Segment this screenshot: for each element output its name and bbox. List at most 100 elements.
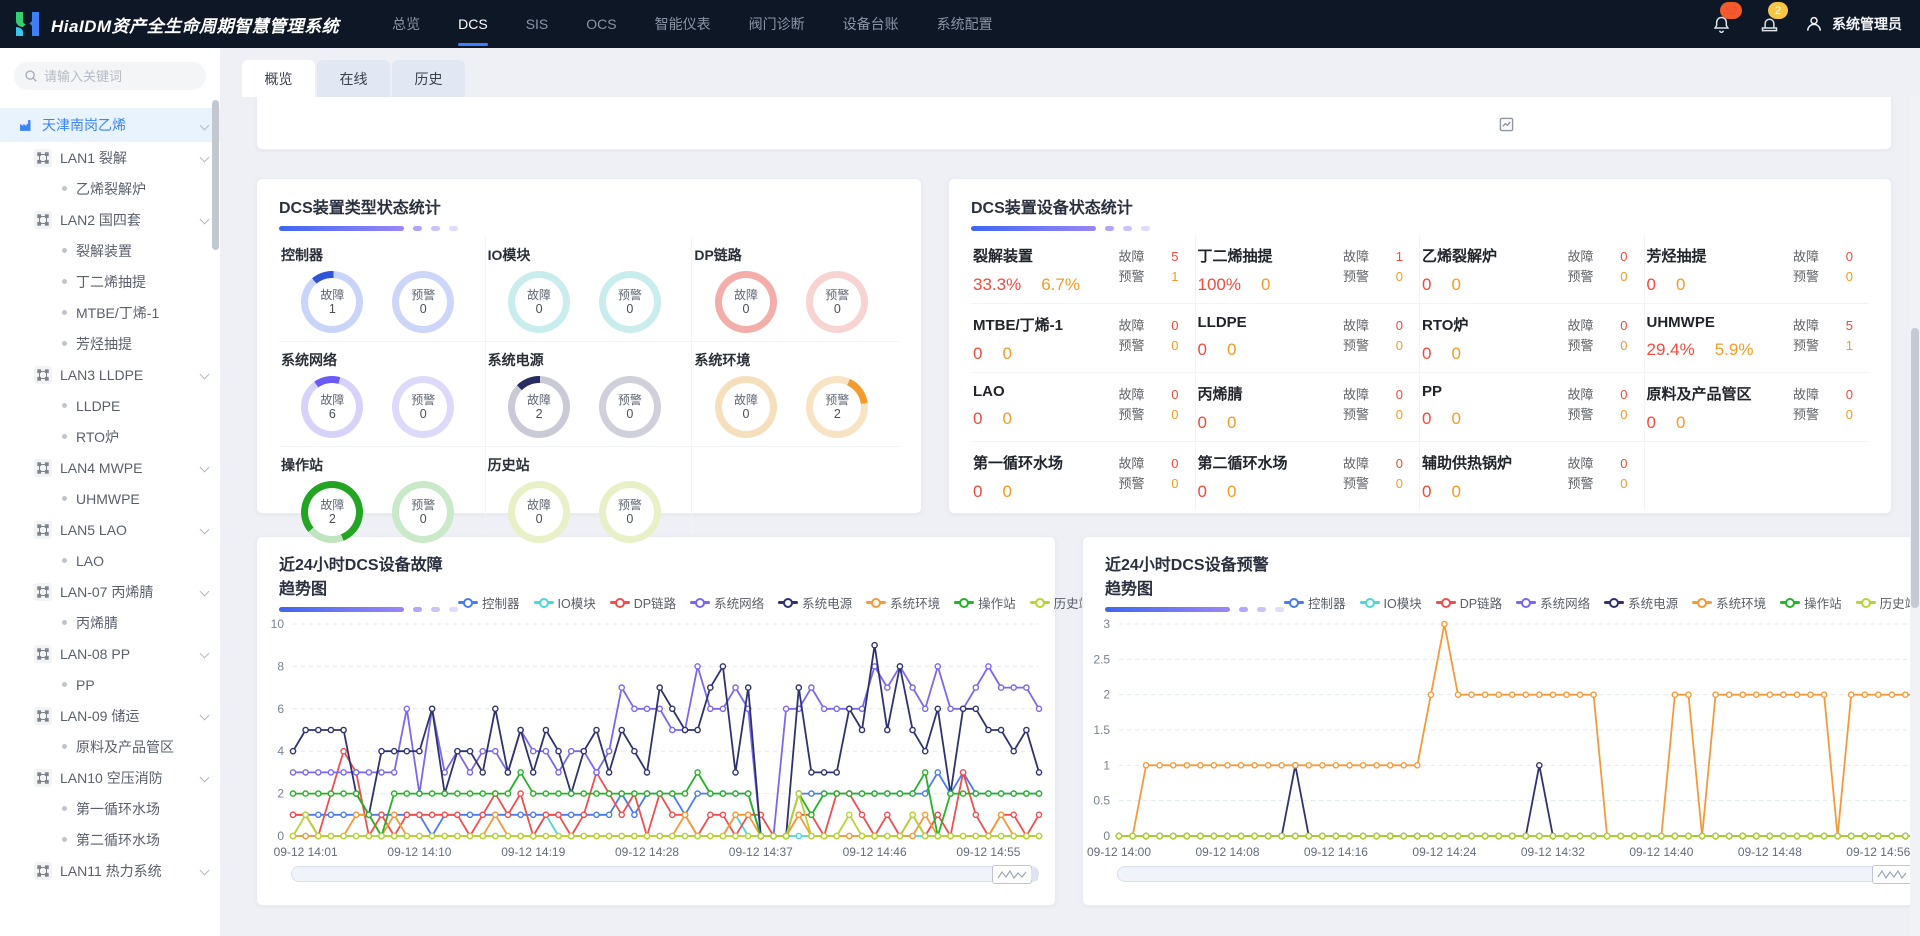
nav-item-设备台账[interactable]: 设备台账 [824, 0, 918, 48]
svg-text:09-12 14:40: 09-12 14:40 [1629, 845, 1693, 859]
donut-center: 预警0 [399, 488, 447, 536]
chevron-down-icon[interactable] [200, 587, 210, 597]
tree-leaf-芳烃抽提[interactable]: 芳烃抽提 [0, 328, 220, 359]
legend-item-控制器[interactable]: 控制器 [458, 593, 520, 612]
legend-item-操作站[interactable]: 操作站 [1780, 593, 1842, 612]
legend-item-系统网络[interactable]: 系统网络 [1516, 593, 1590, 612]
leaf-dot-icon [62, 186, 67, 191]
svg-text:3: 3 [1103, 617, 1110, 631]
legend-item-操作站[interactable]: 操作站 [954, 593, 1016, 612]
alarm-light-icon[interactable]: 2 [1756, 11, 1782, 37]
app-title: HiaIDM资产全生命周期智慧管理系统 [51, 12, 339, 37]
status-value: 0 [1393, 385, 1403, 405]
legend-item-系统环境[interactable]: 系统环境 [1692, 593, 1766, 612]
tree-group-LAN-09 储运[interactable]: LAN-09 储运 [0, 700, 220, 731]
tree-leaf-LLDPE[interactable]: LLDPE [0, 390, 220, 421]
tree-leaf-PP[interactable]: PP [0, 669, 220, 700]
tree-leaf-原料及产品管区[interactable]: 原料及产品管区 [0, 731, 220, 762]
chevron-down-icon[interactable] [200, 773, 210, 783]
chevron-down-icon[interactable] [200, 649, 210, 659]
page-scrollbar[interactable] [1910, 96, 1920, 936]
tree-group-LAN-08 PP[interactable]: LAN-08 PP [0, 638, 220, 669]
tab-在线[interactable]: 在线 [317, 60, 390, 97]
tab-概览[interactable]: 概览 [242, 60, 315, 97]
tree-root-item[interactable]: 天津南岗乙烯 [0, 108, 220, 142]
datazoom-handle[interactable] [992, 865, 1032, 884]
tree-leaf-乙烯裂解炉[interactable]: 乙烯裂解炉 [0, 173, 220, 204]
status-label: 预警 [1118, 474, 1144, 494]
nav-item-总览[interactable]: 总览 [373, 0, 439, 48]
donut-value: 2 [834, 407, 841, 421]
fault-chart-datazoom-slider[interactable] [291, 866, 1039, 882]
legend-marker [1030, 598, 1050, 608]
legend-item-DP链路[interactable]: DP链路 [610, 593, 676, 612]
nav-item-阀门诊断[interactable]: 阀门诊断 [730, 0, 824, 48]
tree-group-LAN1 裂解[interactable]: LAN1 裂解 [0, 142, 220, 173]
tree-group-LAN2 国四套[interactable]: LAN2 国四套 [0, 204, 220, 235]
donut-row: 故障0预警0 [488, 265, 682, 333]
chevron-down-icon[interactable] [200, 370, 210, 380]
nav-item-智能仪表[interactable]: 智能仪表 [636, 0, 730, 48]
datazoom-grip[interactable] [1031, 868, 1038, 881]
chevron-down-icon[interactable] [200, 153, 210, 163]
tree-leaf-RTO炉[interactable]: RTO炉 [0, 421, 220, 452]
search-input[interactable] [44, 69, 184, 84]
status-value: 0 [1393, 316, 1403, 336]
tree-leaf-第二循环水场[interactable]: 第二循环水场 [0, 824, 220, 855]
legend-item-IO模块[interactable]: IO模块 [534, 593, 596, 612]
legend-item-DP链路[interactable]: DP链路 [1436, 593, 1502, 612]
tree-group-LAN4 MWPE[interactable]: LAN4 MWPE [0, 452, 220, 483]
tree-leaf-LAO[interactable]: LAO [0, 545, 220, 576]
svg-text:09-12 14:28: 09-12 14:28 [615, 845, 679, 859]
legend-marker [778, 598, 798, 608]
legend-item-系统电源[interactable]: 系统电源 [1604, 593, 1678, 612]
tree-group-LAN3 LLDPE[interactable]: LAN3 LLDPE [0, 359, 220, 390]
tree-leaf-MTBE/丁烯-1[interactable]: MTBE/丁烯-1 [0, 297, 220, 328]
sidebar-scrollbar[interactable] [212, 58, 219, 918]
tree-leaf-丁二烯抽提[interactable]: 丁二烯抽提 [0, 266, 220, 297]
tree-group-LAN5 LAO[interactable]: LAN5 LAO [0, 514, 220, 545]
datazoom-handle[interactable] [1872, 865, 1912, 884]
donut-预警: 预警0 [599, 376, 661, 438]
nav-item-系统配置[interactable]: 系统配置 [918, 0, 1012, 48]
device-fault-rate: 0 [1422, 409, 1431, 429]
tree-group-LAN-07 丙烯腈[interactable]: LAN-07 丙烯腈 [0, 576, 220, 607]
svg-text:0.5: 0.5 [1093, 794, 1110, 808]
nav-item-DCS[interactable]: DCS [439, 0, 507, 48]
chevron-down-icon[interactable] [200, 525, 210, 535]
sidebar-search[interactable] [14, 62, 206, 90]
chevron-down-icon[interactable] [200, 120, 210, 130]
device-warn-rate: 6.7% [1041, 275, 1080, 295]
legend-item-系统电源[interactable]: 系统电源 [778, 593, 852, 612]
tree-group-LAN11 热力系统[interactable]: LAN11 热力系统 [0, 855, 220, 886]
tree-leaf-丙烯腈[interactable]: 丙烯腈 [0, 607, 220, 638]
tree-leaf-UHMWPE[interactable]: UHMWPE [0, 483, 220, 514]
legend-item-IO模块[interactable]: IO模块 [1360, 593, 1422, 612]
legend-item-系统网络[interactable]: 系统网络 [690, 593, 764, 612]
chevron-down-icon[interactable] [200, 215, 210, 225]
nav-item-SIS[interactable]: SIS [507, 0, 568, 48]
tree-group-LAN10 空压消防[interactable]: LAN10 空压消防 [0, 762, 220, 793]
chevron-down-icon[interactable] [200, 711, 210, 721]
tree-leaf-裂解装置[interactable]: 裂解装置 [0, 235, 220, 266]
device-values: 00 [973, 482, 1063, 502]
status-value: 1 [1393, 247, 1403, 267]
notification-bell-icon[interactable]: 52 [1708, 11, 1734, 37]
legend-item-历史站[interactable]: 历史站 [1856, 593, 1918, 612]
legend-item-控制器[interactable]: 控制器 [1284, 593, 1346, 612]
warn-chart-datazoom-slider[interactable] [1117, 866, 1919, 882]
device-warn-rate: 0 [1002, 344, 1011, 364]
card-trend-icon[interactable] [1499, 117, 1514, 132]
chevron-down-icon[interactable] [200, 866, 210, 876]
tab-历史[interactable]: 历史 [392, 60, 465, 97]
tree-leaf-第一循环水场[interactable]: 第一循环水场 [0, 793, 220, 824]
user-menu[interactable]: 系统管理员 [1804, 14, 1902, 34]
status-label: 故障 [1343, 454, 1369, 474]
legend-marker [534, 598, 554, 608]
legend-item-系统环境[interactable]: 系统环境 [866, 593, 940, 612]
type-name: 操作站 [281, 455, 475, 475]
legend-ring [615, 598, 625, 608]
svg-text:09-12 14:37: 09-12 14:37 [729, 845, 793, 859]
chevron-down-icon[interactable] [200, 463, 210, 473]
nav-item-OCS[interactable]: OCS [567, 0, 635, 48]
